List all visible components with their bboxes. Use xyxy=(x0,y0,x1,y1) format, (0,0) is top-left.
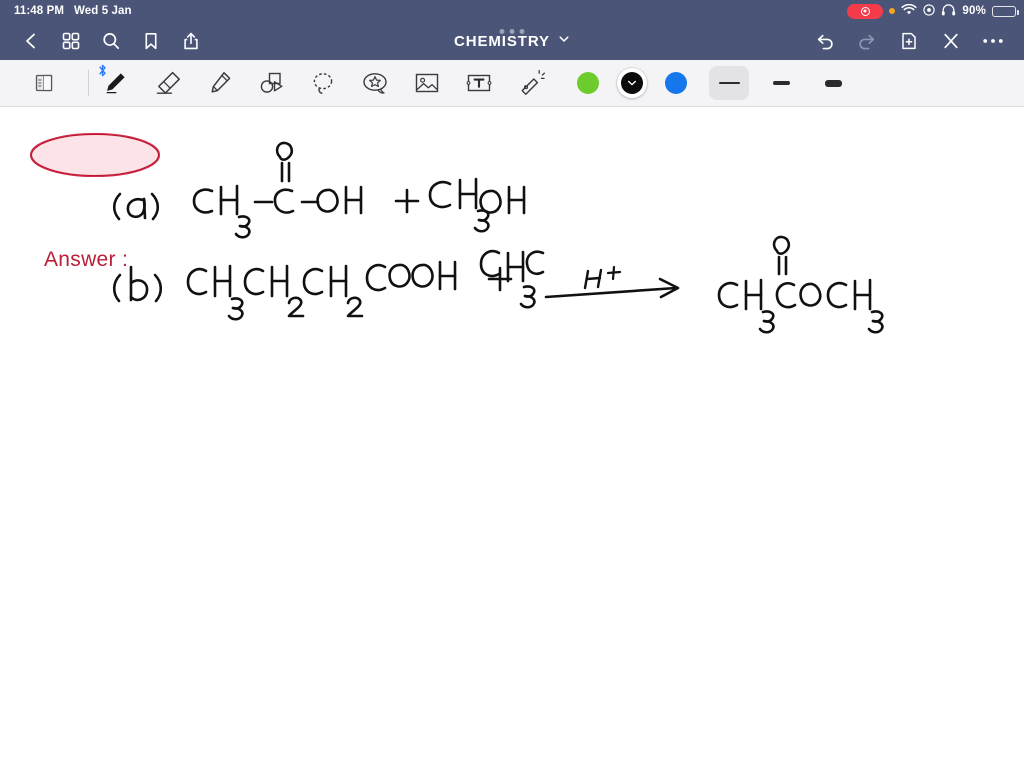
grid-view-icon[interactable] xyxy=(60,30,82,52)
more-icon[interactable] xyxy=(982,30,1004,52)
equation-line-b xyxy=(112,249,545,321)
text-box-tool[interactable] xyxy=(453,63,505,103)
lasso-select-tool[interactable] xyxy=(297,63,349,103)
undo-icon[interactable] xyxy=(814,30,836,52)
screen-recording-indicator-icon[interactable] xyxy=(847,3,884,19)
page-title: CHEMISTRY xyxy=(454,32,550,50)
battery-percent-label: 90% xyxy=(962,5,986,17)
stroke-width-thick[interactable] xyxy=(813,66,853,100)
color-swatch-blue[interactable] xyxy=(665,72,687,94)
pen-tool[interactable] xyxy=(89,63,141,103)
bookmark-icon[interactable] xyxy=(140,30,162,52)
color-swatch-green[interactable] xyxy=(577,72,599,94)
orange-privacy-dot-icon xyxy=(889,8,896,14)
stroke-width-group xyxy=(709,66,853,100)
sticker-tool[interactable] xyxy=(349,63,401,103)
stroke-width-thin[interactable] xyxy=(709,66,749,100)
status-time: 11:48 PM xyxy=(14,5,65,17)
tools-group xyxy=(89,63,557,103)
notability-app: 11:48 PM Wed 5 Jan 90% CHEMISTRY Answer … xyxy=(0,0,1024,768)
wifi-icon xyxy=(901,3,917,19)
chevron-down-icon xyxy=(627,80,637,86)
close-icon[interactable] xyxy=(940,30,962,52)
chevron-down-icon[interactable] xyxy=(558,32,570,50)
status-date: Wed 5 Jan xyxy=(74,5,132,17)
headphones-icon xyxy=(941,3,956,19)
highlighter-tool[interactable] xyxy=(193,63,245,103)
back-chevron-icon[interactable] xyxy=(20,30,42,52)
search-icon[interactable] xyxy=(100,30,122,52)
share-icon[interactable] xyxy=(180,30,202,52)
image-tool[interactable] xyxy=(401,63,453,103)
stroke-width-medium[interactable] xyxy=(761,66,801,100)
nav-right-group xyxy=(814,30,1012,52)
laser-pointer-tool[interactable] xyxy=(505,63,557,103)
page-flip-icon[interactable] xyxy=(18,63,70,103)
redo-icon[interactable] xyxy=(856,30,878,52)
color-swatch-black[interactable] xyxy=(617,68,647,98)
tool-toolbar xyxy=(0,60,1024,107)
add-page-icon[interactable] xyxy=(898,30,920,52)
bluetooth-icon xyxy=(98,64,107,80)
nav-left-group xyxy=(12,30,202,52)
equation-line-a xyxy=(112,141,884,334)
document-title-button[interactable]: CHEMISTRY xyxy=(454,32,570,50)
battery-icon xyxy=(992,5,1019,17)
status-bar-left: 11:48 PM Wed 5 Jan xyxy=(14,5,132,17)
control-center-icon[interactable] xyxy=(923,3,936,19)
color-palette xyxy=(577,68,687,98)
status-bar-right: 90% xyxy=(847,3,1019,19)
handwritten-equations-ink xyxy=(112,141,884,334)
navigation-bar: CHEMISTRY xyxy=(0,22,1024,60)
status-bar: 11:48 PM Wed 5 Jan 90% xyxy=(0,0,1024,22)
note-canvas[interactable]: Answer : xyxy=(0,107,1024,768)
shapes-tool[interactable] xyxy=(245,63,297,103)
page-flip-group xyxy=(0,63,88,103)
eraser-tool[interactable] xyxy=(141,63,193,103)
